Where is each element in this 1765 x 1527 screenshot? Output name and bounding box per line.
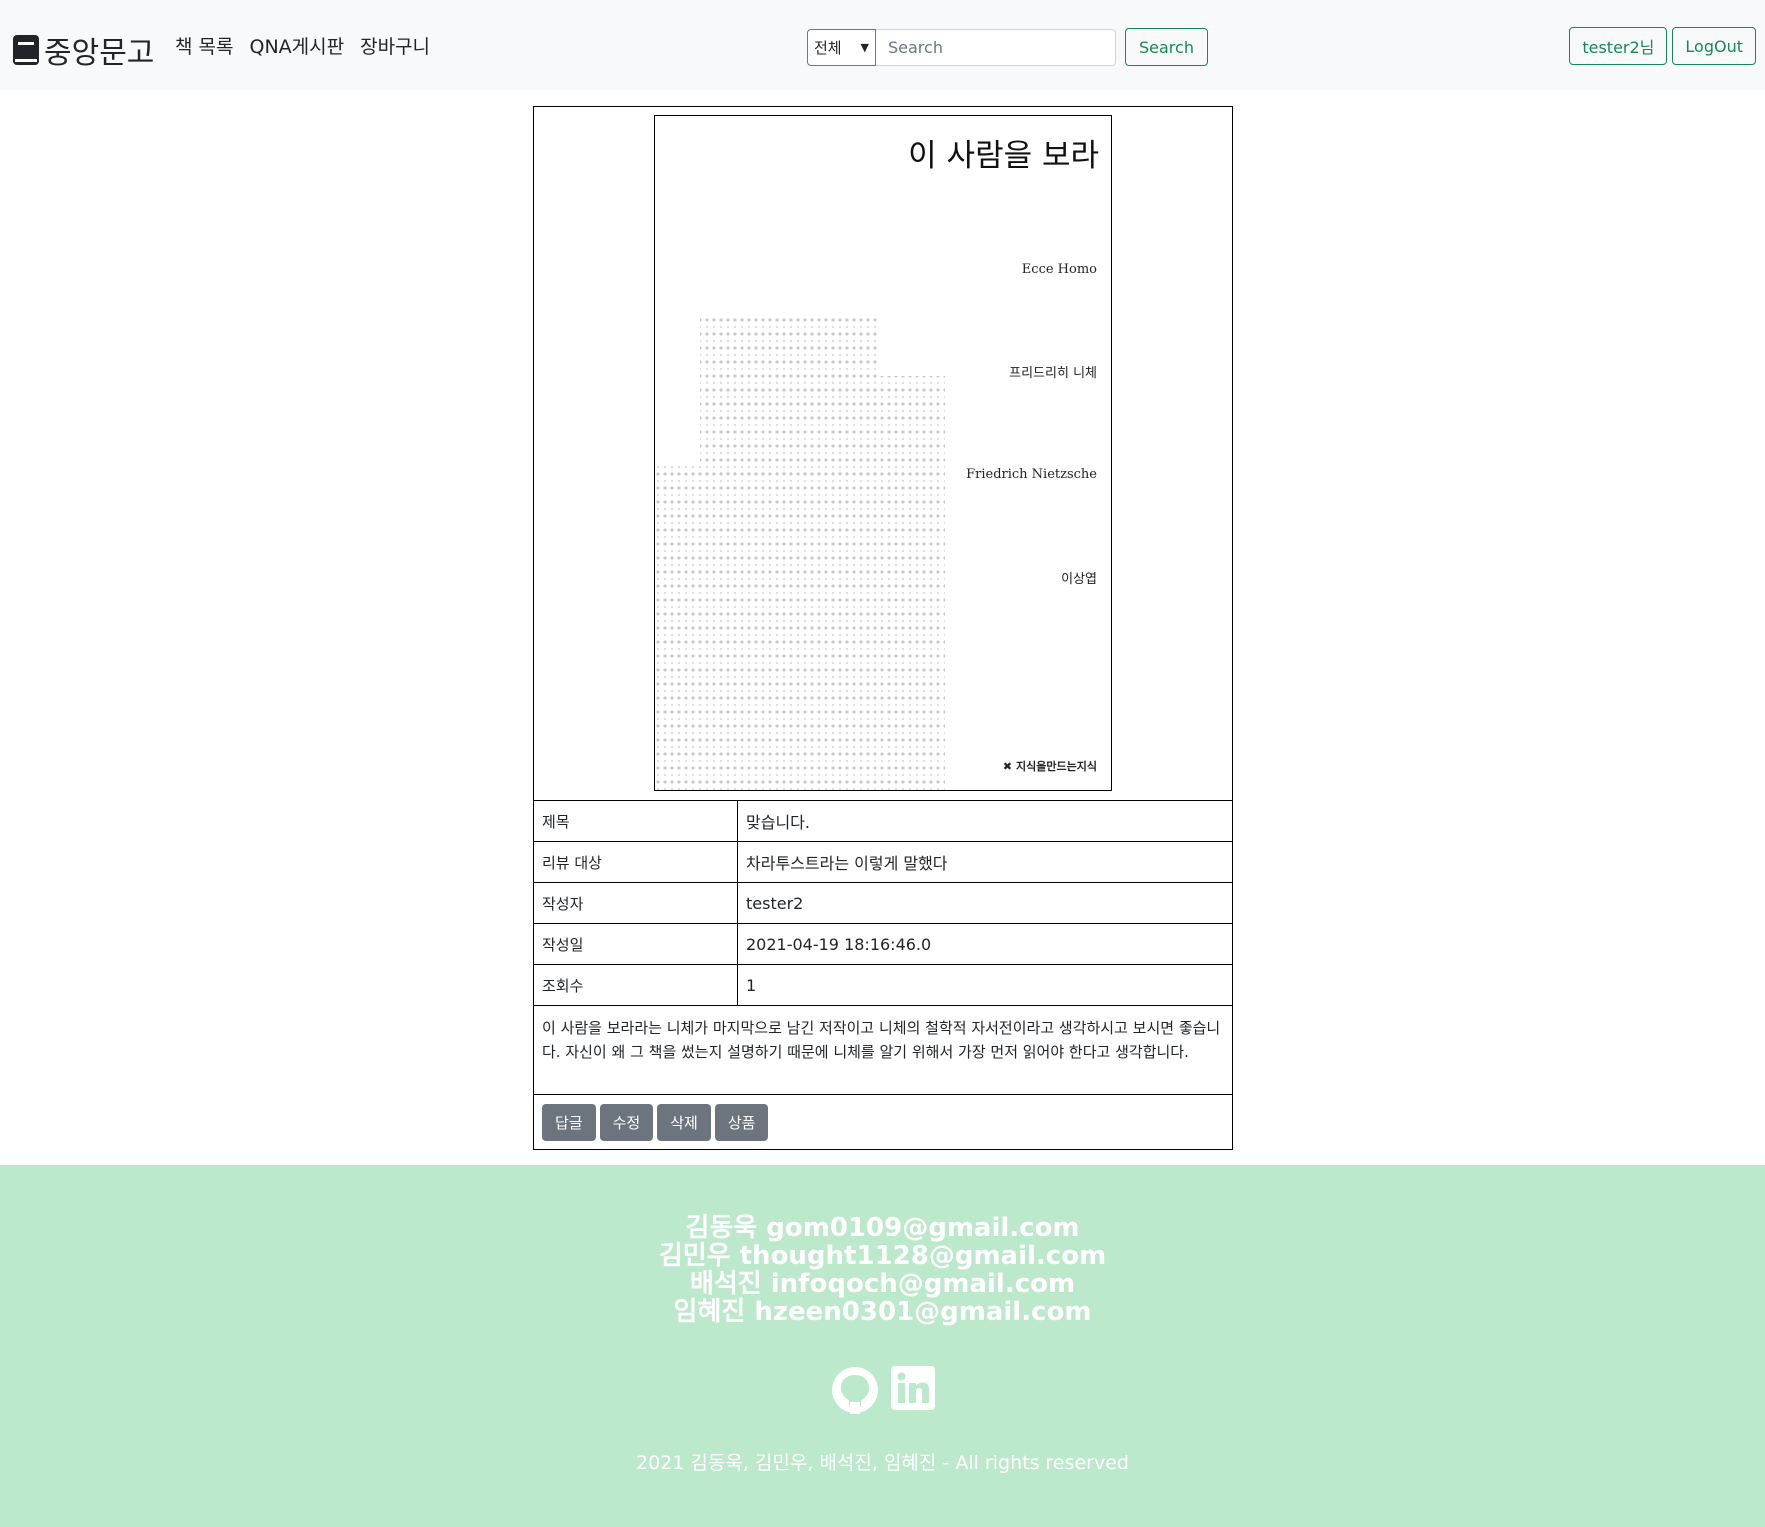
nav-links: 책 목록 QNA게시판 장바구니 bbox=[175, 32, 446, 59]
copyright-text: 2021 김동욱, 김민우, 배석진, 임혜진 - All rights res… bbox=[636, 1452, 1129, 1474]
cover-author-kr: 프리드리히 니체 bbox=[1009, 366, 1097, 381]
search-form: 전체 ▼ Search bbox=[807, 28, 1208, 66]
delete-button[interactable]: 삭제 bbox=[657, 1104, 711, 1141]
logout-button[interactable]: LogOut bbox=[1672, 27, 1756, 65]
row-value: 차라투스트라는 이렇게 말했다 bbox=[746, 854, 948, 873]
cover-dot-pattern bbox=[655, 316, 945, 790]
row-views: 조회수 1 bbox=[534, 965, 1232, 1006]
action-buttons: 답글 수정 삭제 상품 bbox=[534, 1095, 1232, 1149]
book-icon bbox=[13, 35, 39, 65]
publisher-name: 지식을만드는지식 bbox=[1016, 760, 1097, 773]
cover-title: 이 사람을 보라 bbox=[908, 138, 1099, 174]
publisher-logo-icon: ✖ bbox=[1002, 759, 1013, 773]
contact-line: 김민우 thought1128@gmail.com bbox=[658, 1241, 1107, 1271]
row-value: 1 bbox=[746, 975, 757, 995]
brand-name: 중앙문고 bbox=[44, 36, 155, 71]
cover-subtitle: Ecce Homo bbox=[1021, 262, 1097, 277]
search-category-select[interactable]: 전체 ▼ bbox=[807, 28, 876, 66]
row-label: 작성자 bbox=[534, 883, 738, 923]
product-button[interactable]: 상품 bbox=[714, 1104, 769, 1141]
footer: 김동욱 gom0109@gmail.com 김민우 thought1128@gm… bbox=[0, 1165, 1765, 1527]
contact-line: 임혜진 hzeen0301@gmail.com bbox=[673, 1297, 1092, 1327]
nav-link-book-list[interactable]: 책 목록 bbox=[175, 32, 233, 59]
row-value: 맞습니다. bbox=[746, 813, 810, 832]
nav-link-qna[interactable]: QNA게시판 bbox=[249, 32, 344, 59]
row-value: tester2 bbox=[746, 893, 804, 913]
github-icon[interactable] bbox=[831, 1366, 879, 1414]
row-review-target: 리뷰 대상 차라투스트라는 이렇게 말했다 bbox=[534, 842, 1232, 883]
footer-contacts: 김동욱 gom0109@gmail.com 김민우 thought1128@gm… bbox=[0, 1214, 1765, 1326]
row-author: 작성자 tester2 bbox=[534, 883, 1232, 924]
row-label: 작성일 bbox=[534, 924, 738, 964]
review-detail-table: 이 사람을 보라 Ecce Homo 프리드리히 니체 Friedrich Ni… bbox=[533, 106, 1233, 1150]
contact-line: 배석진 infoqoch@gmail.com bbox=[689, 1269, 1076, 1299]
user-area: tester2님 LogOut bbox=[1564, 27, 1756, 65]
search-input[interactable] bbox=[876, 28, 1116, 66]
cover-translator: 이상엽 bbox=[1061, 572, 1097, 587]
reply-button[interactable]: 답글 bbox=[542, 1104, 596, 1141]
review-body: 이 사람을 보라라는 니체가 마지막으로 남긴 저작이고 니체의 철학적 자서전… bbox=[534, 1006, 1232, 1095]
user-button[interactable]: tester2님 bbox=[1569, 27, 1668, 65]
social-links bbox=[0, 1366, 1765, 1414]
search-category-value: 전체 bbox=[814, 38, 842, 57]
cover-publisher: ✖ 지식을만드는지식 bbox=[1003, 758, 1097, 774]
row-label: 제목 bbox=[534, 801, 738, 841]
nav-link-cart[interactable]: 장바구니 bbox=[360, 32, 430, 59]
row-label: 조회수 bbox=[534, 965, 738, 1005]
linkedin-icon[interactable] bbox=[890, 1366, 935, 1410]
brand-link[interactable]: 중앙문고 bbox=[12, 28, 154, 72]
edit-button[interactable]: 수정 bbox=[599, 1104, 654, 1141]
row-title: 제목 맞습니다. bbox=[534, 801, 1232, 842]
contact-line: 김동욱 gom0109@gmail.com bbox=[685, 1213, 1080, 1243]
chevron-down-icon: ▼ bbox=[860, 40, 869, 54]
search-button[interactable]: Search bbox=[1125, 28, 1208, 66]
row-label: 리뷰 대상 bbox=[534, 842, 738, 882]
row-date: 작성일 2021-04-19 18:16:46.0 bbox=[534, 924, 1232, 965]
book-cover-image: 이 사람을 보라 Ecce Homo 프리드리히 니체 Friedrich Ni… bbox=[654, 115, 1112, 791]
navbar: 중앙문고 책 목록 QNA게시판 장바구니 전체 ▼ Search tester… bbox=[0, 0, 1765, 90]
row-value: 2021-04-19 18:16:46.0 bbox=[746, 934, 932, 954]
cover-author-en: Friedrich Nietzsche bbox=[966, 467, 1097, 482]
cover-cell: 이 사람을 보라 Ecce Homo 프리드리히 니체 Friedrich Ni… bbox=[534, 107, 1232, 801]
